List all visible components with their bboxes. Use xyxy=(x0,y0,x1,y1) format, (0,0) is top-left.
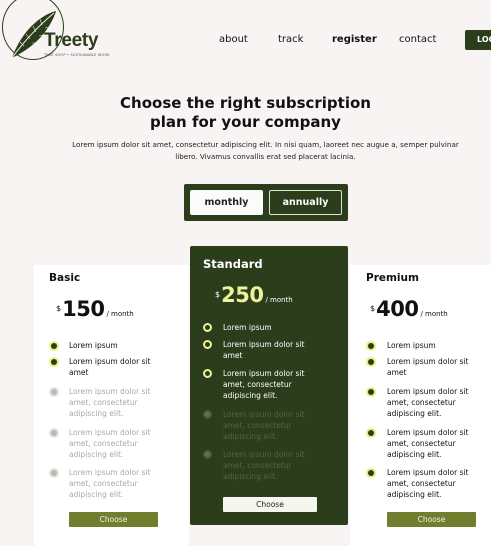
feature-check-icon xyxy=(368,389,374,395)
nav-link-register[interactable]: register xyxy=(332,34,377,45)
feature-disabled-icon xyxy=(203,410,212,419)
nav-link-track[interactable]: track xyxy=(278,34,303,45)
feature-item: Lorem ipsum dolor sit amet, consectetur … xyxy=(387,468,469,499)
feature-disabled-icon xyxy=(51,470,57,476)
feature-item-disabled: Lorem ipsum dolor sit amet, consectetur … xyxy=(223,410,305,441)
plan-card-standard: Standard $250/ month Lorem ipsum Lorem i… xyxy=(190,246,348,525)
feature-check-icon xyxy=(203,340,212,349)
choose-premium-button[interactable]: Choose xyxy=(387,512,476,527)
feature-item: Lorem ipsum dolor sit amet xyxy=(223,340,305,360)
plan-name: Basic xyxy=(49,272,81,284)
feature-item: Lorem ipsum dolor sit amet, consectetur … xyxy=(387,428,469,459)
plan-card-premium: Premium $400/ month Lorem ipsum Lorem ip… xyxy=(350,265,491,546)
title-line-1: Choose the right subscription xyxy=(120,94,371,112)
feature-item-disabled: Lorem ipsum dolor sit amet, consectetur … xyxy=(69,428,151,459)
feature-item: Lorem ipsum xyxy=(223,323,272,332)
feature-item: Lorem ipsum dolor sit amet, consectetur … xyxy=(387,387,469,418)
login-button[interactable]: LOG xyxy=(465,30,491,50)
feature-item: Lorem ipsum xyxy=(69,341,118,350)
plan-card-basic: Basic $150/ month Lorem ipsum Lorem ipsu… xyxy=(34,265,189,546)
choose-standard-button[interactable]: Choose xyxy=(223,497,317,512)
nav-link-about[interactable]: about xyxy=(219,34,248,45)
currency-symbol: $ xyxy=(215,290,221,299)
plan-price: $400/ month xyxy=(370,297,448,321)
feature-check-icon xyxy=(368,343,374,349)
plan-name: Standard xyxy=(203,257,263,271)
plan-price: $250/ month xyxy=(215,283,293,307)
title-line-2: plan for your company xyxy=(150,113,341,131)
monthly-button[interactable]: monthly xyxy=(190,190,263,215)
feature-check-icon xyxy=(368,470,374,476)
price-period: / month xyxy=(420,310,448,318)
price-amount: 250 xyxy=(221,283,264,307)
feature-check-icon xyxy=(51,359,57,365)
feature-check-icon xyxy=(368,430,374,436)
price-period: / month xyxy=(106,310,134,318)
feature-item: Lorem ipsum dolor sit amet xyxy=(69,357,151,377)
brand-tagline: TREE SHOP • SUSTAINABLE WORK xyxy=(44,53,110,57)
nav-link-contact[interactable]: contact xyxy=(399,34,436,45)
feature-disabled-icon xyxy=(51,430,57,436)
feature-item-disabled: Lorem ipsum dolor sit amet, consectetur … xyxy=(69,468,151,499)
feature-disabled-icon xyxy=(51,389,57,395)
feature-item-disabled: Lorem ipsum dolor sit amet, consectetur … xyxy=(69,387,151,418)
feature-item: Lorem ipsum dolor sit amet, consectetur … xyxy=(223,369,305,400)
feature-item-disabled: Lorem ipsum dolor sit amet, consectetur … xyxy=(223,450,305,481)
price-period: / month xyxy=(265,296,293,304)
currency-symbol: $ xyxy=(370,304,376,313)
page-title: Choose the right subscription plan for y… xyxy=(0,94,491,132)
feature-check-icon xyxy=(368,359,374,365)
billing-toggle: monthly annually xyxy=(184,184,348,221)
feature-item: Lorem ipsum dolor sit amet xyxy=(387,357,469,377)
price-amount: 400 xyxy=(376,297,419,321)
currency-symbol: $ xyxy=(56,304,62,313)
page-description: Lorem ipsum dolor sit amet, consectetur … xyxy=(72,140,459,161)
brand-name: Treety xyxy=(44,30,99,51)
feature-disabled-icon xyxy=(203,450,212,459)
plan-name: Premium xyxy=(366,272,419,284)
feature-check-icon xyxy=(203,323,212,332)
annually-button[interactable]: annually xyxy=(269,190,342,215)
choose-basic-button[interactable]: Choose xyxy=(69,512,158,527)
feature-check-icon xyxy=(51,343,57,349)
plan-price: $150/ month xyxy=(56,297,134,321)
price-amount: 150 xyxy=(62,297,105,321)
feature-check-icon xyxy=(203,369,212,378)
feature-item: Lorem ipsum xyxy=(387,341,436,350)
